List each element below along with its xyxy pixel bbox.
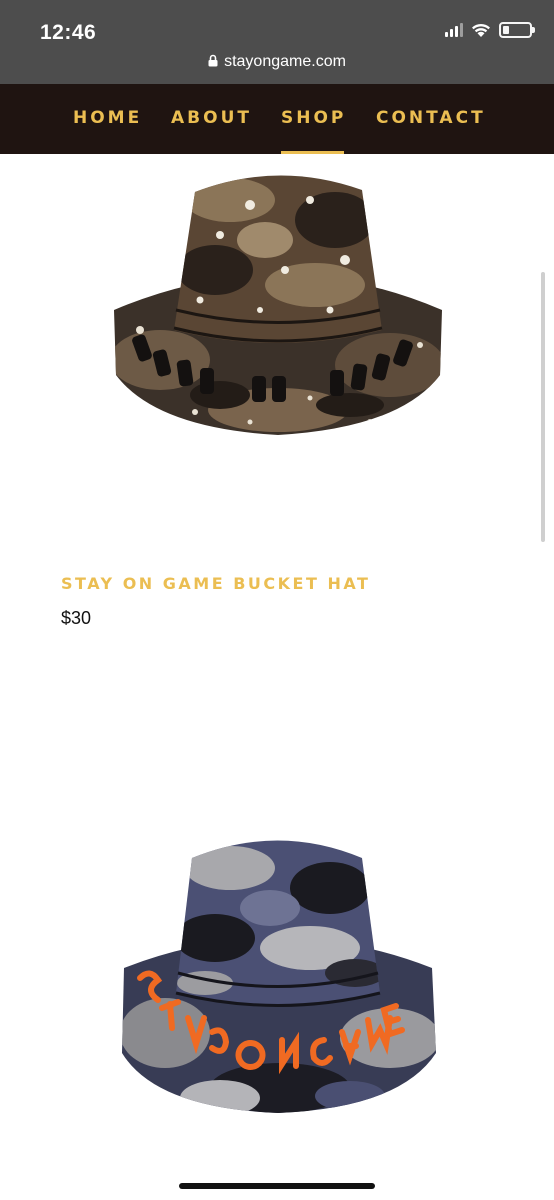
product-name[interactable]: STAY ON GAME BUCKET HAT: [61, 574, 370, 593]
product-image-blue-camo-hat[interactable]: [110, 818, 446, 1138]
browser-chrome: 12:46 stayongame.com: [0, 0, 554, 84]
nav-contact[interactable]: CONTACT: [376, 108, 486, 128]
nav-shop[interactable]: SHOP: [281, 108, 346, 128]
home-indicator[interactable]: [179, 1183, 375, 1189]
nav-about[interactable]: ABOUT: [171, 108, 252, 128]
status-icons: [445, 22, 535, 38]
status-time: 12:46: [40, 21, 97, 44]
signal-icon: [445, 23, 463, 37]
nav-home[interactable]: HOME: [73, 108, 142, 128]
url-text: stayongame.com: [224, 53, 346, 70]
address-bar[interactable]: stayongame.com: [0, 53, 554, 71]
wifi-icon: [472, 23, 490, 37]
battery-icon: [499, 22, 535, 38]
product-price: $30: [61, 608, 92, 628]
scrollbar[interactable]: [541, 272, 545, 542]
active-nav-indicator: [281, 151, 344, 154]
site-navigation: HOME ABOUT SHOP CONTACT: [0, 84, 554, 154]
lock-icon: [208, 54, 218, 67]
product-image-brown-camo-hat[interactable]: [100, 160, 456, 460]
